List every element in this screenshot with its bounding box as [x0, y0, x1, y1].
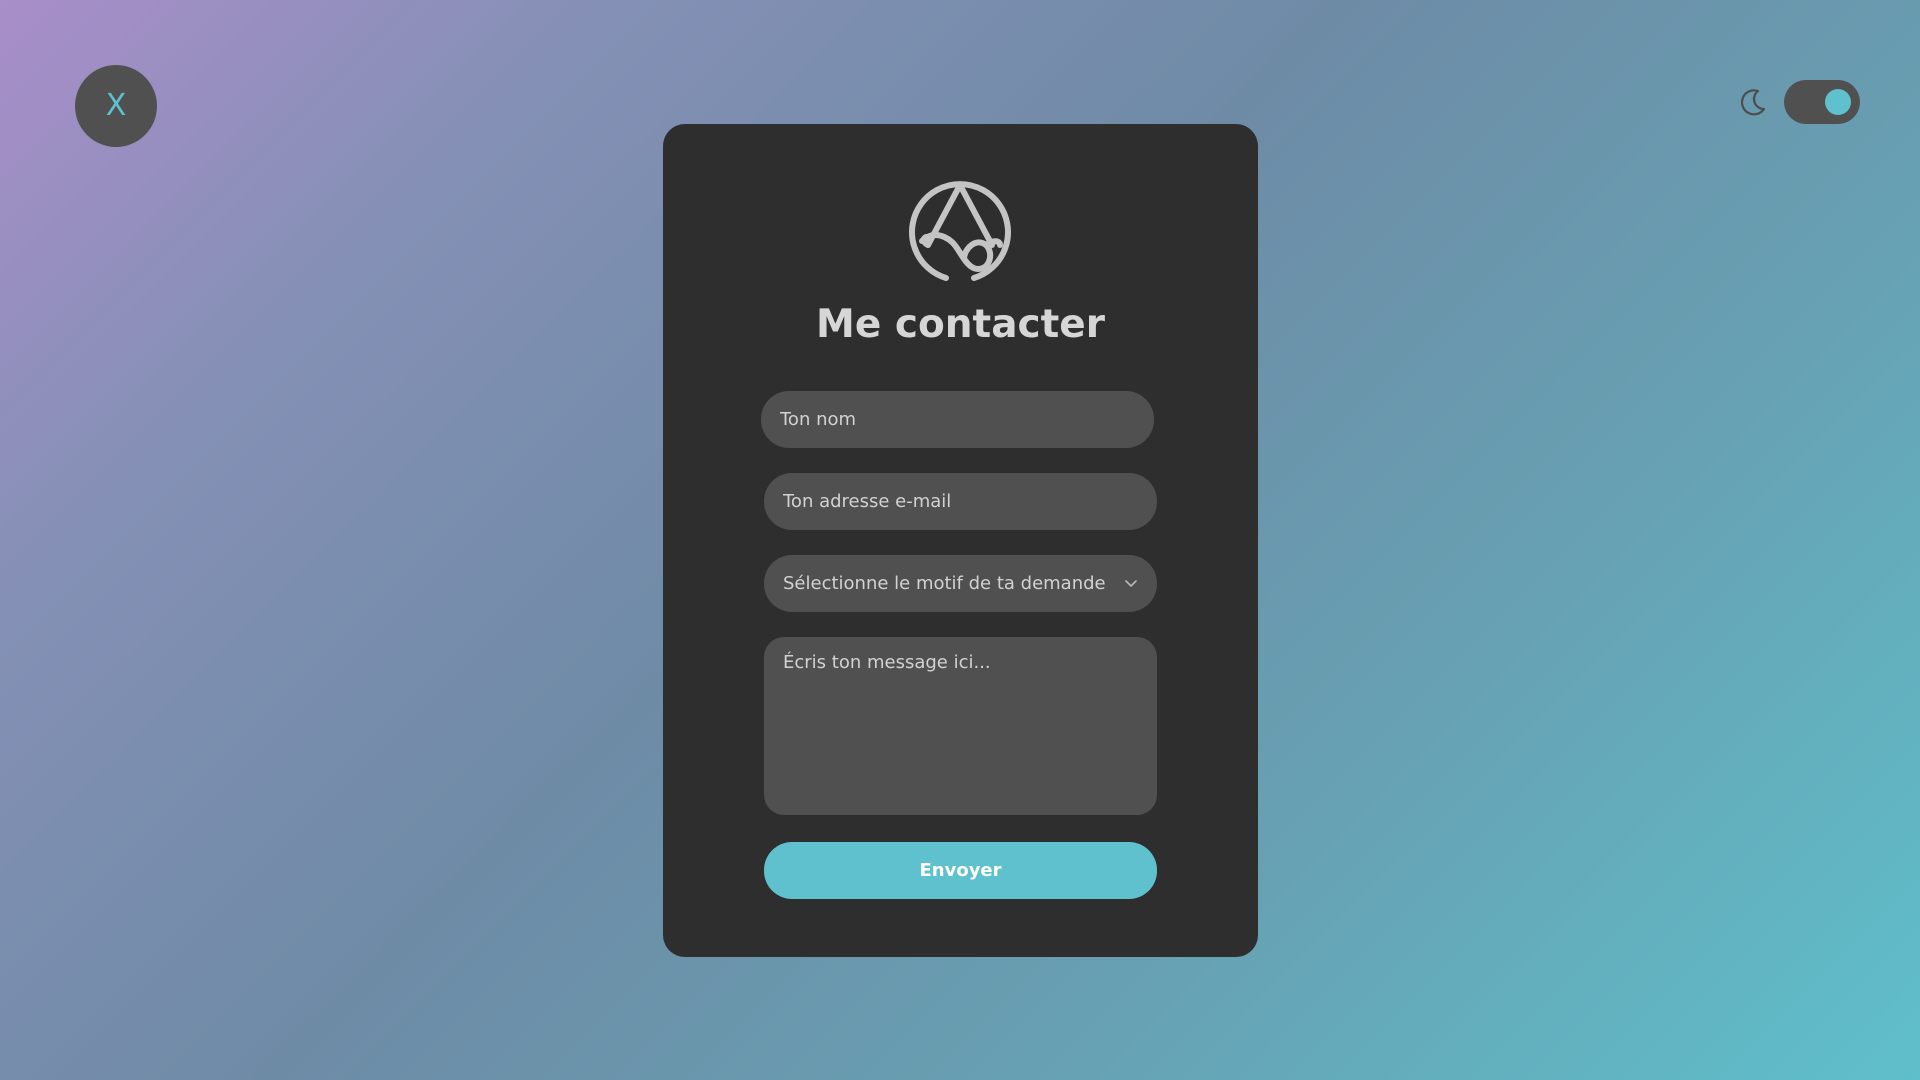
close-icon: X: [105, 88, 127, 123]
contact-card: Me contacter Sélectionne le motif de ta …: [663, 124, 1258, 957]
name-input[interactable]: [761, 391, 1154, 448]
email-input[interactable]: [764, 473, 1157, 530]
theme-switcher: [1736, 80, 1860, 124]
send-button[interactable]: Envoyer: [764, 842, 1157, 899]
message-textarea[interactable]: [764, 637, 1157, 815]
reason-select[interactable]: Sélectionne le motif de ta demande: [764, 555, 1157, 612]
moon-icon: [1740, 89, 1766, 116]
toggle-knob: [1825, 89, 1851, 115]
monogram-logo: [909, 181, 1011, 281]
close-button[interactable]: X: [75, 65, 157, 147]
chevron-down-icon: [1125, 579, 1137, 587]
reason-select-value: Sélectionne le motif de ta demande: [783, 573, 1106, 594]
page-title: Me contacter: [816, 302, 1105, 347]
dark-mode-toggle[interactable]: [1784, 80, 1860, 124]
